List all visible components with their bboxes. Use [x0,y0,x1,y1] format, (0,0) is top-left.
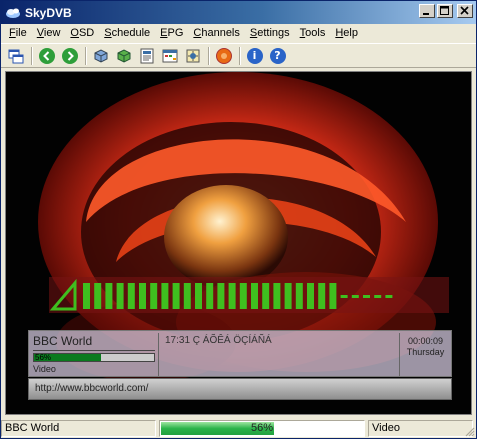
help-icon[interactable]: ? [267,45,288,66]
status-mode: Video [368,419,473,437]
volume-segment [251,283,258,309]
volume-segment [273,283,281,309]
osd-panel: BBC World 56% Video 17:31 Ç ÁÕÊÁ ÖÇÍÁÑÁ … [28,330,452,402]
osd-signal-text: 56% [35,353,52,362]
volume-segment [172,283,180,309]
volume-segment [105,283,113,309]
record-icon[interactable] [213,45,234,66]
osd-info-bar: BBC World 56% Video 17:31 Ç ÁÕÊÁ ÖÇÍÁÑÁ … [28,330,452,377]
volume-segment [284,283,292,309]
menu-osd[interactable]: OSD [65,25,99,42]
volume-segment [116,283,124,309]
osd-time: 00:00:09 [407,336,444,346]
status-progress: 56% [159,419,365,437]
video-display[interactable]: BBC World 56% Video 17:31 Ç ÁÕÊÁ ÖÇÍÁÑÁ … [5,71,472,415]
volume-speaker-icon [49,278,77,311]
volume-segment [139,283,146,309]
window-title: SkyDVB [25,5,72,20]
volume-segment [295,283,303,309]
volume-segment [161,283,169,309]
volume-segment [228,283,236,309]
menu-settings[interactable]: Settings [245,25,295,42]
osd-day: Thursday [406,347,445,357]
channels-icon[interactable] [90,45,111,66]
menu-help[interactable]: Help [330,25,363,42]
volume-segment [329,283,337,309]
menu-bar: File View OSD Schedule EPG Channels Sett… [1,24,476,43]
menu-schedule[interactable]: Schedule [99,25,155,42]
toolbar: i ? [1,43,476,68]
osd-clock-box: 00:00:09 Thursday [399,333,451,376]
volume-segment [262,283,270,309]
record-settings-icon[interactable] [182,45,203,66]
toolbar-separator [208,46,210,65]
epg-icon[interactable] [136,45,157,66]
menu-file[interactable]: File [4,25,32,42]
volume-segment [183,283,191,309]
toolbar-separator [239,46,241,65]
toolbar-separator [85,46,87,65]
volume-segment [307,283,314,309]
toolbar-separator [31,46,33,65]
info-icon[interactable]: i [244,45,265,66]
osd-channel-box: BBC World 56% Video [31,333,159,376]
volume-segment [83,283,90,309]
osd-signal-bar: 56% [33,353,155,362]
volume-segment [340,295,348,298]
back-icon[interactable] [36,45,57,66]
title-bar[interactable]: SkyDVB [1,1,476,24]
status-bar: BBC World 56% Video [1,418,476,438]
volume-segment [94,283,102,309]
status-channel: BBC World [1,419,156,437]
menu-tools[interactable]: Tools [295,25,331,42]
menu-epg[interactable]: EPG [155,25,188,42]
volume-segment [195,283,202,309]
osd-stream-kind: Video [33,364,56,374]
volume-segment [239,283,247,309]
volume-segment [374,295,382,298]
skydvb-logo-icon [5,5,21,21]
osd-divider [33,350,155,351]
channel-list-icon[interactable] [113,45,134,66]
osd-url[interactable]: http://www.bbcworld.com/ [35,383,148,394]
volume-segment [150,283,158,309]
minimize-button[interactable] [419,4,435,18]
volume-segment [363,295,370,298]
forward-icon[interactable] [59,45,80,66]
resize-grip-icon[interactable] [464,426,475,437]
volume-segment [127,283,135,309]
osd-channel-name: BBC World [33,334,93,348]
volume-segment [385,295,393,298]
volume-segment [206,283,214,309]
menu-channels[interactable]: Channels [188,25,245,42]
schedule-icon[interactable] [159,45,180,66]
menu-view[interactable]: View [32,25,66,42]
osd-program-title: 17:31 Ç ÁÕÊÁ ÖÇÍÁÑÁ [165,335,272,346]
volume-segment [217,283,225,309]
status-progress-text: 56% [250,421,274,434]
close-button[interactable] [457,4,473,18]
app-window: SkyDVB File View OSD Schedule EPG Channe… [0,0,477,439]
maximize-button[interactable] [437,4,453,18]
volume-segment [351,295,359,298]
volume-segment [318,283,326,309]
volume-osd [49,277,449,313]
window-icon[interactable] [5,45,26,66]
osd-url-bar: http://www.bbcworld.com/ [28,378,452,400]
